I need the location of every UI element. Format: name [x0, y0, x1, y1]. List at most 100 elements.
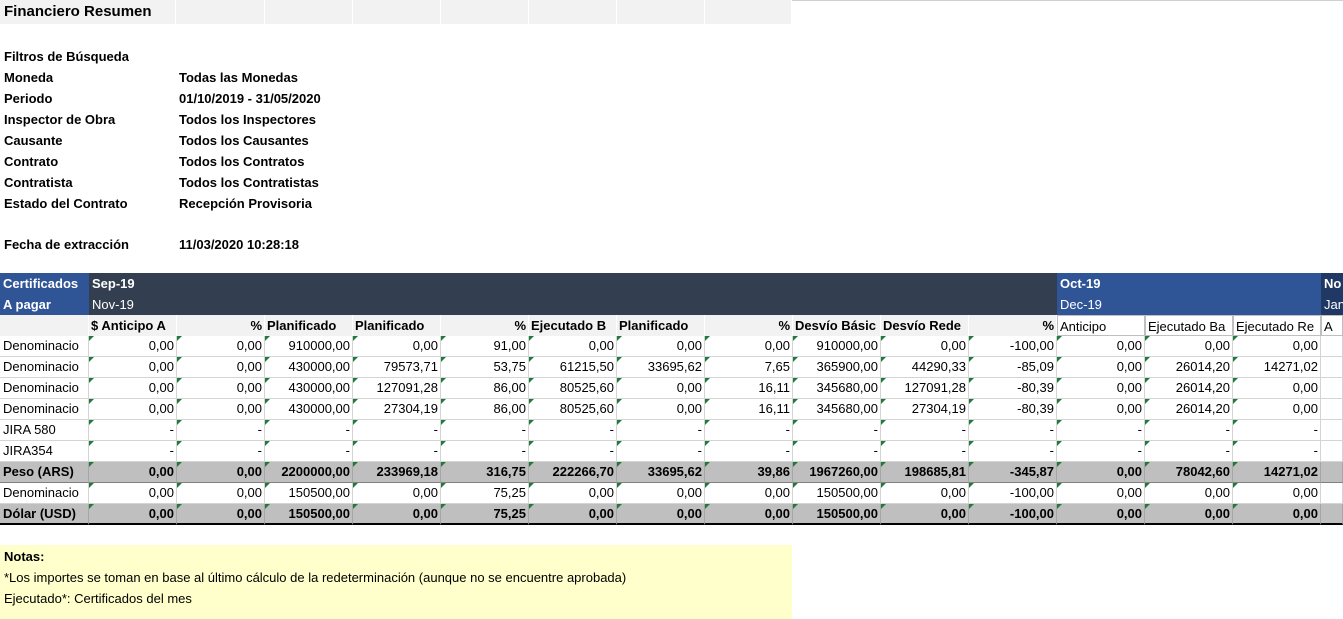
table-cell-col-planificado[interactable]: 430000,00 — [265, 357, 353, 378]
table-cell-col-desvio-redet[interactable]: 44290,33 — [881, 357, 969, 378]
table-cell-col-desvio-basico[interactable]: - — [793, 441, 881, 462]
table-cell-col-pct[interactable]: 0,00 — [177, 336, 265, 357]
table-cell-col-next[interactable] — [1321, 462, 1343, 483]
table-cell-col-planificado[interactable]: 910000,00 — [265, 336, 353, 357]
table-cell-col-anticipo-2[interactable]: 0,00 — [1057, 504, 1145, 525]
table-cell-col-desvio-basico[interactable]: 150500,00 — [793, 504, 881, 525]
table-cell-col-next[interactable] — [1321, 378, 1343, 399]
table-cell-col-next[interactable] — [1321, 336, 1343, 357]
table-cell-col-desvio-basico[interactable]: - — [793, 420, 881, 441]
table-cell-col-pct-2[interactable]: - — [441, 420, 529, 441]
header-certificados[interactable]: Certificados — [0, 273, 89, 294]
table-cell-col-ejecutado-basico[interactable]: - — [1145, 441, 1233, 462]
table-cell-col-pct-3[interactable]: 39,86 — [705, 462, 793, 483]
table-cell-col-planificado[interactable]: 430000,00 — [265, 399, 353, 420]
table-cell-col-planificado-2[interactable]: - — [353, 420, 441, 441]
table-cell-col-next[interactable] — [1321, 441, 1343, 462]
column-header-col-ejecutado[interactable]: Ejecutado B — [529, 315, 617, 336]
table-cell-col-pct-3[interactable]: 0,00 — [705, 336, 793, 357]
table-cell-col-anticipo[interactable]: 0,00 — [89, 357, 177, 378]
column-header-col-anticipo[interactable]: $ Anticipo A — [89, 315, 177, 336]
table-cell-col-desvio-basico[interactable]: 1967260,00 — [793, 462, 881, 483]
table-cell-col-pct-4[interactable]: -100,00 — [969, 483, 1057, 504]
table-cell-col-ejecutado-basico[interactable]: 0,00 — [1145, 336, 1233, 357]
table-cell-col-pct-4[interactable]: -85,09 — [969, 357, 1057, 378]
table-cell-col-planificado[interactable]: 150500,00 — [265, 504, 353, 525]
header-period-nov19[interactable]: Nov-19 — [89, 294, 289, 315]
column-header-col-ejecutado-redet[interactable]: Ejecutado Re — [1233, 315, 1321, 336]
column-header-col-next[interactable]: A — [1321, 315, 1343, 336]
table-cell-col-anticipo[interactable]: 0,00 — [89, 399, 177, 420]
table-cell-col-ejecutado-redet[interactable]: - — [1233, 420, 1321, 441]
table-cell-col-desvio-basico[interactable]: 910000,00 — [793, 336, 881, 357]
table-cell-col-pct-4[interactable]: -345,87 — [969, 462, 1057, 483]
column-header-col-pct[interactable]: % — [177, 315, 265, 336]
title-cell[interactable] — [617, 0, 705, 24]
table-cell-col-anticipo[interactable]: 0,00 — [89, 378, 177, 399]
table-cell-col-anticipo-2[interactable]: 0,00 — [1057, 483, 1145, 504]
table-cell-col-name[interactable]: Denominacio — [0, 357, 89, 378]
table-cell-col-pct-3[interactable]: 0,00 — [705, 504, 793, 525]
table-cell-col-ejecutado-basico[interactable]: 26014,20 — [1145, 399, 1233, 420]
table-cell-col-planificado-3[interactable]: 0,00 — [617, 483, 705, 504]
table-cell-col-planificado-3[interactable]: 0,00 — [617, 504, 705, 525]
column-header-col-name[interactable] — [0, 315, 89, 336]
title-cell[interactable] — [529, 0, 617, 24]
table-cell-col-desvio-redet[interactable]: 0,00 — [881, 483, 969, 504]
table-cell-col-ejecutado-basico[interactable]: 0,00 — [1145, 504, 1233, 525]
table-cell-col-pct-3[interactable]: 7,65 — [705, 357, 793, 378]
table-cell-col-pct[interactable]: - — [177, 441, 265, 462]
table-cell-col-anticipo[interactable]: 0,00 — [89, 336, 177, 357]
table-cell-col-name[interactable]: Denominacio — [0, 336, 89, 357]
table-cell-col-ejecutado[interactable]: 61215,50 — [529, 357, 617, 378]
table-cell-col-desvio-basico[interactable]: 150500,00 — [793, 483, 881, 504]
table-cell-col-planificado[interactable]: - — [265, 441, 353, 462]
table-cell-col-planificado[interactable]: 150500,00 — [265, 483, 353, 504]
table-cell-col-desvio-redet[interactable]: - — [881, 420, 969, 441]
table-cell-col-ejecutado[interactable]: 0,00 — [529, 504, 617, 525]
table-cell-col-next[interactable] — [1321, 483, 1343, 504]
table-cell-col-planificado-2[interactable]: 127091,28 — [353, 378, 441, 399]
table-cell-col-ejecutado-basico[interactable]: 26014,20 — [1145, 378, 1233, 399]
column-header-col-pct-2[interactable]: % — [441, 315, 529, 336]
table-cell-col-pct[interactable]: 0,00 — [177, 504, 265, 525]
table-cell-col-pct-3[interactable]: 16,11 — [705, 378, 793, 399]
table-cell-col-name[interactable]: Denominacio — [0, 399, 89, 420]
table-cell-col-planificado-3[interactable]: 0,00 — [617, 336, 705, 357]
table-cell-col-pct[interactable]: 0,00 — [177, 399, 265, 420]
table-cell-col-desvio-redet[interactable]: 27304,19 — [881, 399, 969, 420]
table-cell-col-planificado-2[interactable]: 0,00 — [353, 483, 441, 504]
header-period-oct19[interactable]: Oct-19 — [1057, 273, 1257, 294]
table-cell-col-pct-4[interactable]: - — [969, 420, 1057, 441]
table-cell-col-pct[interactable]: - — [177, 420, 265, 441]
table-cell-col-ejecutado[interactable]: 0,00 — [529, 483, 617, 504]
table-cell-col-planificado-2[interactable]: 0,00 — [353, 504, 441, 525]
table-cell-col-pct[interactable]: 0,00 — [177, 378, 265, 399]
table-cell-col-pct-2[interactable]: 53,75 — [441, 357, 529, 378]
table-cell-col-anticipo-2[interactable]: - — [1057, 420, 1145, 441]
column-header-col-anticipo-2[interactable]: Anticipo — [1057, 315, 1145, 336]
table-cell-col-planificado-2[interactable]: 0,00 — [353, 336, 441, 357]
title-cell[interactable] — [265, 0, 353, 24]
table-cell-col-planificado-3[interactable]: 33695,62 — [617, 462, 705, 483]
table-cell-col-ejecutado[interactable]: - — [529, 441, 617, 462]
table-cell-col-ejecutado-basico[interactable]: 26014,20 — [1145, 357, 1233, 378]
table-cell-col-planificado[interactable]: 430000,00 — [265, 378, 353, 399]
table-cell-col-pct-4[interactable]: -100,00 — [969, 336, 1057, 357]
table-cell-col-planificado-2[interactable]: 27304,19 — [353, 399, 441, 420]
column-header-col-desvio-redet[interactable]: Desvío Rede — [881, 315, 969, 336]
table-cell-col-next[interactable] — [1321, 399, 1343, 420]
table-cell-col-pct-3[interactable]: 0,00 — [705, 483, 793, 504]
title-cell[interactable] — [705, 0, 792, 24]
table-cell-col-anticipo-2[interactable]: 0,00 — [1057, 336, 1145, 357]
table-cell-col-ejecutado-redet[interactable]: 0,00 — [1233, 336, 1321, 357]
header-period-sep19[interactable]: Sep-19 — [89, 273, 289, 294]
table-cell-col-name[interactable]: JIRA 580 — [0, 420, 89, 441]
table-cell-col-next[interactable] — [1321, 504, 1343, 525]
table-cell-col-desvio-basico[interactable]: 345680,00 — [793, 399, 881, 420]
table-cell-col-planificado-3[interactable]: 0,00 — [617, 399, 705, 420]
table-cell-col-anticipo-2[interactable]: - — [1057, 441, 1145, 462]
table-cell-col-name[interactable]: Dólar (USD) — [0, 504, 89, 525]
table-cell-col-pct-4[interactable]: -100,00 — [969, 504, 1057, 525]
table-cell-col-pct[interactable]: 0,00 — [177, 462, 265, 483]
